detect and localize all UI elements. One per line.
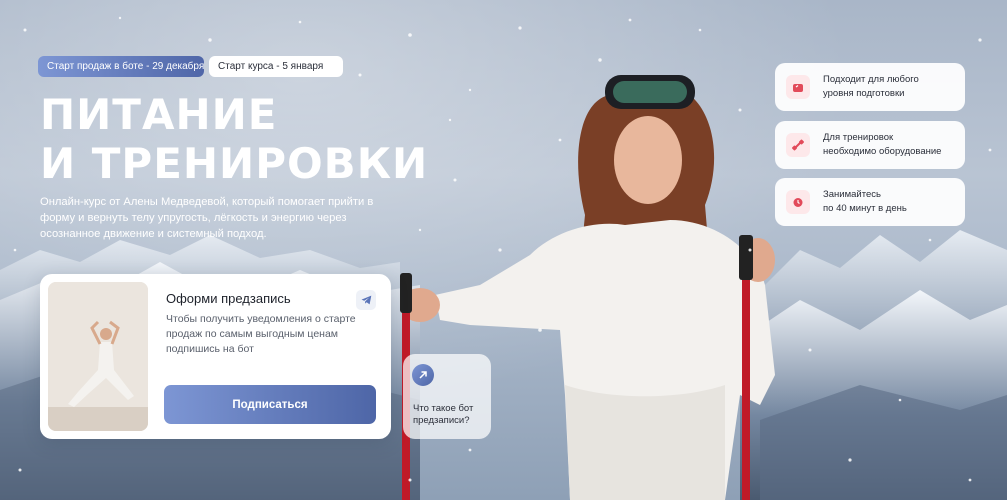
arrow-up-right-icon bbox=[412, 364, 434, 386]
bot-info-text: Что такое бот предзаписи? bbox=[413, 403, 474, 426]
course-start-badge: Старт курса - 5 января bbox=[209, 56, 343, 77]
feature-card-duration: Занимайтесь по 40 минут в день bbox=[775, 178, 965, 226]
feature-card-level: Подходит для любого уровня подготовки bbox=[775, 63, 965, 111]
title-line-2: И ТРЕНИРОВКИ bbox=[40, 139, 429, 188]
signup-text: Чтобы получить уведомления о старте прод… bbox=[166, 313, 356, 355]
dumbbell-icon bbox=[786, 133, 810, 157]
feature-card-equipment: Для тренировок необходимо оборудование bbox=[775, 121, 965, 169]
signup-title: Оформи предзапись bbox=[166, 291, 291, 306]
feature-2-line-1: Для тренировок bbox=[823, 132, 894, 143]
title-line-1: ПИТАНИЕ bbox=[40, 90, 278, 139]
bot-info-card[interactable]: Что такое бот предзаписи? bbox=[403, 354, 491, 439]
telegram-icon[interactable] bbox=[356, 290, 376, 310]
alarm-clock-icon bbox=[786, 190, 810, 214]
feature-1-line-1: Подходит для любого bbox=[823, 74, 919, 85]
subscribe-button[interactable]: Подписаться bbox=[164, 385, 376, 424]
feature-1-line-2: уровня подготовки bbox=[823, 88, 905, 99]
signup-card: Оформи предзапись Чтобы получить уведомл… bbox=[40, 274, 391, 439]
course-description: Онлайн-курс от Алены Медведевой, который… bbox=[40, 196, 374, 240]
feature-3-line-2: по 40 минут в день bbox=[823, 203, 907, 214]
scale-icon bbox=[786, 75, 810, 99]
page-title: ПИТАНИЕ И ТРЕНИРОВКИ bbox=[40, 90, 428, 188]
sale-start-badge: Старт продаж в боте - 29 декабря bbox=[38, 56, 204, 77]
feature-3-line-1: Занимайтесь bbox=[823, 189, 881, 200]
feature-2-line-2: необходимо оборудование bbox=[823, 146, 942, 157]
yoga-photo bbox=[48, 282, 148, 431]
hero-banner: Старт продаж в боте - 29 декабря Старт к… bbox=[0, 0, 1007, 500]
